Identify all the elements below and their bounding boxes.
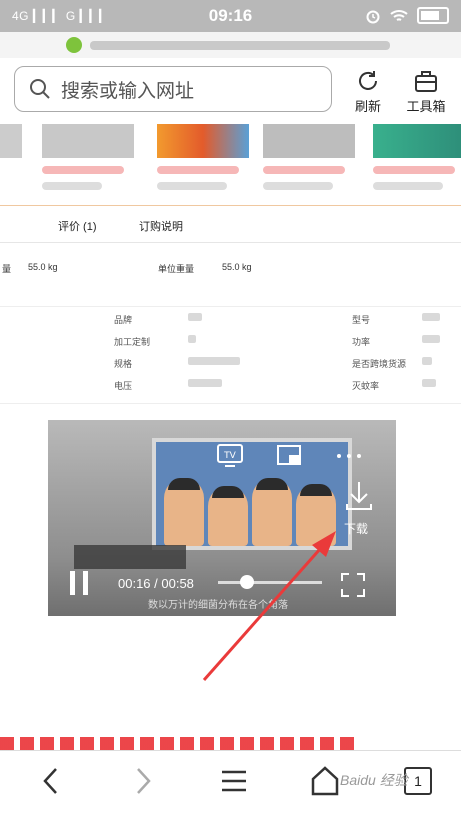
video-content xyxy=(208,486,248,546)
blurred-text xyxy=(263,182,333,190)
tv-cast-icon[interactable]: TV xyxy=(216,442,244,468)
spec-value-blurred xyxy=(422,357,432,365)
page-text-blurred xyxy=(0,737,360,751)
browser-top-bar: 搜索或输入网址 刷新 工具箱 xyxy=(0,58,461,122)
video-content xyxy=(296,484,336,546)
battery-icon xyxy=(417,7,449,24)
spec-label: 灭蚊率 xyxy=(352,381,380,391)
pause-icon[interactable] xyxy=(68,570,90,596)
spec-value-blurred xyxy=(188,313,202,321)
spec-label: 品牌 xyxy=(114,315,133,325)
product-thumbnail[interactable] xyxy=(263,124,355,158)
spec-value-blurred xyxy=(188,335,196,343)
more-icon[interactable] xyxy=(336,452,362,460)
video-content xyxy=(252,478,292,546)
watermark: Baidu 经验 xyxy=(340,772,408,788)
blurred-text xyxy=(42,182,102,190)
search-placeholder: 搜索或输入网址 xyxy=(61,80,195,102)
video-content xyxy=(164,478,204,546)
search-icon xyxy=(30,79,50,99)
blurred-price xyxy=(157,166,239,174)
spec-value-blurred xyxy=(422,313,440,321)
blurred-price xyxy=(373,166,455,174)
refresh-icon xyxy=(359,71,377,90)
spec-label: 规格 xyxy=(114,359,133,369)
spec-label: 型号 xyxy=(352,315,371,325)
spec-value-blurred xyxy=(188,357,240,365)
blurred-price xyxy=(263,166,345,174)
wifi-icon xyxy=(390,9,408,21)
banner-text-blurred xyxy=(90,41,390,50)
toolbox-button[interactable]: 工具箱 xyxy=(398,68,454,115)
search-input[interactable]: 搜索或输入网址 xyxy=(14,66,332,112)
product-thumbnail[interactable] xyxy=(373,124,461,158)
svg-text:TV: TV xyxy=(223,451,236,461)
spec-label: 功率 xyxy=(352,337,371,347)
video-progress-bar[interactable] xyxy=(218,581,322,584)
refresh-button[interactable]: 刷新 xyxy=(340,68,396,115)
spec-label: 是否跨境货源 xyxy=(352,359,407,369)
download-icon[interactable] xyxy=(344,480,374,512)
notification-banner[interactable] xyxy=(0,32,461,58)
spec-table: 品牌 加工定制 规格 电压 型号 功率 是否跨境货源 灭蚊率 xyxy=(0,306,461,404)
video-time: 00:16 / 00:58 xyxy=(118,576,194,591)
refresh-label: 刷新 xyxy=(354,99,381,114)
spec-label: 电压 xyxy=(114,381,133,391)
app-icon xyxy=(66,37,82,53)
forward-icon[interactable] xyxy=(132,765,154,797)
blurred-price xyxy=(42,166,124,174)
product-thumbnail[interactable] xyxy=(157,124,249,158)
unit-weight-label: 单位重量 xyxy=(158,264,195,274)
alarm-icon xyxy=(366,10,380,23)
tab-count-button[interactable]: 1 xyxy=(404,767,432,795)
spec-value-blurred xyxy=(422,335,440,343)
video-player[interactable]: TV 下载 00:16 / 00:58 数以万计的细菌分布在各个角落 xyxy=(48,420,396,616)
tab-order-note[interactable]: 订购说明 xyxy=(139,218,183,234)
product-thumbnail-strip xyxy=(0,122,461,202)
toolbox-icon xyxy=(415,71,437,92)
fullscreen-icon[interactable] xyxy=(340,572,366,598)
video-progress-knob[interactable] xyxy=(239,575,254,589)
spec-label: 加工定制 xyxy=(114,337,151,347)
download-label[interactable]: 下载 xyxy=(344,520,368,537)
blurred-text xyxy=(157,182,227,190)
home-icon[interactable] xyxy=(310,765,340,797)
picture-in-picture-icon[interactable] xyxy=(276,444,302,466)
product-thumbnail[interactable] xyxy=(42,124,134,158)
spec-value-blurred xyxy=(188,379,222,387)
spec-value-blurred xyxy=(422,379,436,387)
video-subtitle: 数以万计的细菌分布在各个角落 xyxy=(148,600,288,611)
tab-count: 1 xyxy=(414,773,422,789)
product-thumbnail[interactable] xyxy=(0,124,22,158)
detail-tabs: 评价 (1) 订购说明 xyxy=(0,205,461,243)
blurred-text xyxy=(373,182,443,190)
weight-label: 量 xyxy=(2,264,12,274)
video-frame xyxy=(152,438,352,550)
back-icon[interactable] xyxy=(40,765,62,797)
tab-review[interactable]: 评价 (1) xyxy=(58,218,97,234)
weight-value: 55.0 kg xyxy=(28,262,58,272)
status-bar: 4G ▎▎▎ G ▎▎▎ 09:16 xyxy=(0,0,461,32)
video-caption-blurred xyxy=(74,545,186,569)
toolbox-label: 工具箱 xyxy=(406,99,446,114)
menu-icon[interactable] xyxy=(220,765,248,797)
unit-weight-value: 55.0 kg xyxy=(222,262,252,272)
